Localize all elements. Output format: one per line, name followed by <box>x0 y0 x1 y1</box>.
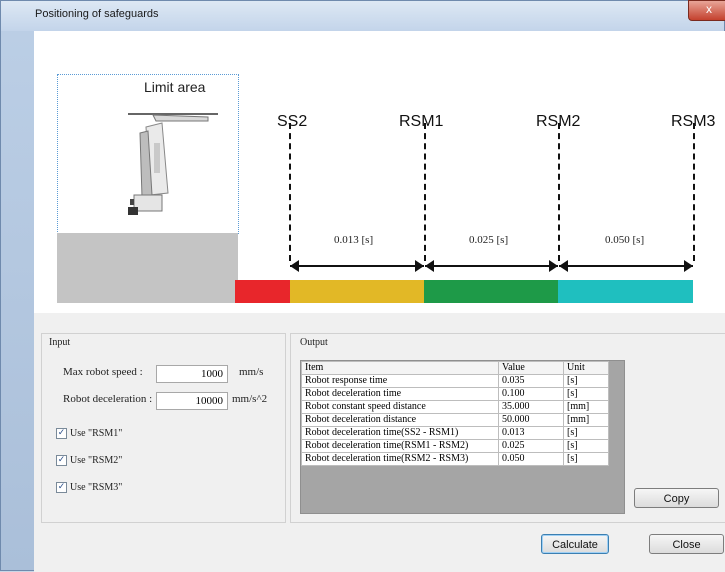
close-icon: x <box>706 2 712 16</box>
input-panel-title: Input <box>49 337 71 348</box>
zone-teal <box>558 280 693 303</box>
cell-item: Robot deceleration time(RSM2 - RSM3) <box>301 452 499 466</box>
cell-unit: [mm] <box>563 413 609 427</box>
max-speed-unit: mm/s <box>239 366 264 378</box>
use-rsm3-label: Use "RSM3" <box>70 482 123 493</box>
use-rsm3-checkbox[interactable]: ✓ <box>56 482 67 493</box>
use-rsm2-checkbox[interactable]: ✓ <box>56 455 67 466</box>
marker-line-rsm3 <box>693 123 695 261</box>
cell-value: 0.035 <box>498 374 564 388</box>
cell-item: Robot constant speed distance <box>301 400 499 414</box>
interval-arrow-2 <box>425 260 558 272</box>
column-header-value[interactable]: Value <box>498 361 564 375</box>
output-grid[interactable]: Item Value Unit Robot response time 0.035… <box>300 360 625 514</box>
max-speed-input[interactable] <box>156 365 228 383</box>
cell-unit: [s] <box>563 426 609 440</box>
cell-item: Robot deceleration distance <box>301 413 499 427</box>
cell-item: Robot deceleration time(RSM1 - RSM2) <box>301 439 499 453</box>
cell-item: Robot deceleration time(SS2 - RSM1) <box>301 426 499 440</box>
table-row[interactable]: Robot deceleration distance 50.000 [mm] <box>301 413 609 427</box>
max-speed-label: Max robot speed : <box>63 366 143 378</box>
deceleration-label: Robot deceleration : <box>63 393 153 405</box>
cell-unit: [mm] <box>563 400 609 414</box>
cell-unit: [s] <box>563 452 609 466</box>
table-row[interactable]: Robot deceleration time(SS2 - RSM1) 0.013… <box>301 426 609 440</box>
marker-line-ss2 <box>289 123 291 261</box>
cell-value: 0.100 <box>498 387 564 401</box>
table-row[interactable]: Robot deceleration time(RSM2 - RSM3) 0.05… <box>301 452 609 466</box>
cell-value: 0.050 <box>498 452 564 466</box>
table-row[interactable]: Robot constant speed distance 35.000 [mm] <box>301 400 609 414</box>
column-header-unit[interactable]: Unit <box>563 361 609 375</box>
safeguard-diagram: Limit area SS2 RSM1 RSM2 RSM3 0.013 [s] … <box>34 31 725 313</box>
calculate-button[interactable]: Calculate <box>541 534 609 554</box>
table-row[interactable]: Robot response time 0.035 [s] <box>301 374 609 388</box>
marker-label-ss2: SS2 <box>277 113 308 130</box>
cell-item: Robot response time <box>301 374 499 388</box>
cell-value: 50.000 <box>498 413 564 427</box>
window-title: Positioning of safeguards <box>35 8 159 20</box>
deceleration-unit: mm/s^2 <box>232 393 268 405</box>
output-panel-title: Output <box>300 337 328 348</box>
interval-label-3: 0.050 [s] <box>605 234 645 246</box>
use-rsm1-checkbox[interactable]: ✓ <box>56 428 67 439</box>
interval-label-1: 0.013 [s] <box>334 234 374 246</box>
zone-green <box>424 280 558 303</box>
cell-unit: [s] <box>563 374 609 388</box>
zone-yellow <box>290 280 424 303</box>
table-row[interactable]: Robot deceleration time 0.100 [s] <box>301 387 609 401</box>
interval-arrow-1 <box>290 260 424 272</box>
limit-area-box <box>57 74 239 234</box>
robot-arm-image <box>128 113 218 215</box>
table-row[interactable]: Robot deceleration time(RSM1 - RSM2) 0.02… <box>301 439 609 453</box>
ground-area <box>57 233 238 303</box>
use-rsm1-label: Use "RSM1" <box>70 428 123 439</box>
copy-button[interactable]: Copy <box>634 488 719 508</box>
cell-value: 0.025 <box>498 439 564 453</box>
output-table: Item Value Unit Robot response time 0.035… <box>301 361 609 466</box>
use-rsm2-label: Use "RSM2" <box>70 455 123 466</box>
limit-area-label: Limit area <box>144 79 206 95</box>
table-header-row: Item Value Unit <box>301 361 609 375</box>
deceleration-input[interactable] <box>156 392 228 410</box>
marker-line-rsm1 <box>424 123 426 261</box>
interval-label-2: 0.025 [s] <box>469 234 509 246</box>
cell-value: 0.013 <box>498 426 564 440</box>
dialog-client-area: Limit area SS2 RSM1 RSM2 RSM3 0.013 [s] … <box>34 31 725 572</box>
cell-unit: [s] <box>563 387 609 401</box>
interval-arrow-3 <box>559 260 693 272</box>
dialog-window: Positioning of safeguards x Limit area S… <box>0 0 725 572</box>
marker-label-rsm1: RSM1 <box>399 113 444 130</box>
close-button[interactable]: Close <box>649 534 724 554</box>
cell-value: 35.000 <box>498 400 564 414</box>
cell-unit: [s] <box>563 439 609 453</box>
zone-red <box>235 280 290 303</box>
marker-line-rsm2 <box>558 123 560 261</box>
cell-item: Robot deceleration time <box>301 387 499 401</box>
window-close-button[interactable]: x <box>688 0 725 21</box>
title-bar[interactable]: Positioning of safeguards x <box>1 0 725 31</box>
column-header-item[interactable]: Item <box>301 361 499 375</box>
